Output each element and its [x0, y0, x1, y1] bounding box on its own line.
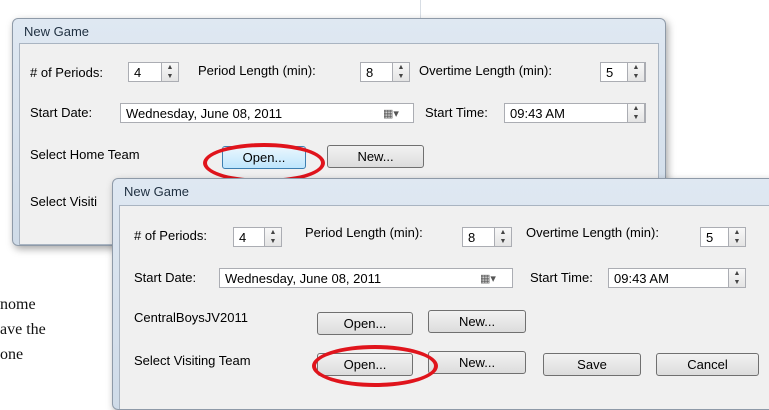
spin-down-icon[interactable]: ▼ — [162, 72, 178, 81]
background-text-line2: ave the — [0, 321, 46, 338]
spin-up-icon[interactable]: ▲ — [393, 63, 409, 72]
new-game-dialog-front: New Game # of Periods: 4 ▲ ▼ Period Lengt… — [112, 178, 769, 410]
calendar-dropdown-icon[interactable]: ▦▾ — [480, 272, 496, 285]
spin-up-icon[interactable]: ▲ — [729, 269, 745, 278]
spin-down-icon[interactable]: ▼ — [628, 113, 644, 122]
start-time-label: Start Time: — [425, 105, 488, 120]
spin-down-icon[interactable]: ▼ — [729, 278, 745, 287]
start-time-spinner[interactable]: ▲ ▼ — [728, 268, 746, 288]
background-line — [420, 0, 421, 20]
spin-down-icon[interactable]: ▼ — [265, 237, 281, 246]
spin-down-icon[interactable]: ▼ — [393, 72, 409, 81]
dialog-panel: # of Periods: 4 ▲ ▼ Period Length (min): … — [119, 205, 769, 409]
spin-up-icon[interactable]: ▲ — [628, 104, 644, 113]
start-time-spinner[interactable]: ▲ ▼ — [627, 103, 645, 123]
overtime-label: Overtime Length (min): — [419, 63, 552, 78]
periods-spinner[interactable]: ▲ ▼ — [264, 227, 282, 247]
spin-down-icon[interactable]: ▼ — [628, 72, 644, 81]
start-date-label: Start Date: — [30, 105, 93, 120]
spin-up-icon[interactable]: ▲ — [495, 228, 511, 237]
overtime-spinner[interactable]: ▲ ▼ — [627, 62, 645, 82]
calendar-dropdown-icon[interactable]: ▦▾ — [383, 107, 399, 120]
background-text-line3: one — [0, 346, 24, 363]
start-date-picker[interactable]: Wednesday, June 08, 2011 — [219, 268, 513, 288]
spin-down-icon[interactable]: ▼ — [495, 237, 511, 246]
dialog-title: New Game — [124, 184, 190, 199]
new-home-team-button[interactable]: New... — [327, 145, 424, 168]
start-time-label: Start Time: — [530, 270, 593, 285]
open-home-team-button[interactable]: Open... — [317, 312, 413, 335]
save-button[interactable]: Save — [543, 353, 641, 376]
dialog-title: New Game — [24, 24, 90, 39]
spin-up-icon[interactable]: ▲ — [265, 228, 281, 237]
start-time-input[interactable]: 09:43 AM — [608, 268, 746, 288]
spin-up-icon[interactable]: ▲ — [628, 63, 644, 72]
spin-up-icon[interactable]: ▲ — [162, 63, 178, 72]
start-time-input[interactable]: 09:43 AM — [504, 103, 646, 123]
start-date-label: Start Date: — [134, 270, 197, 285]
open-visiting-team-button[interactable]: Open... — [317, 353, 413, 376]
background-text-line1: nome — [0, 296, 36, 313]
home-team-label: Select Home Team — [30, 147, 140, 162]
period-length-spinner[interactable]: ▲ ▼ — [392, 62, 410, 82]
periods-label: # of Periods: — [30, 65, 103, 80]
open-home-team-button[interactable]: Open... — [222, 146, 306, 169]
spin-up-icon[interactable]: ▲ — [729, 228, 745, 237]
overtime-spinner[interactable]: ▲ ▼ — [728, 227, 746, 247]
period-length-spinner[interactable]: ▲ ▼ — [494, 227, 512, 247]
new-home-team-button[interactable]: New... — [428, 310, 526, 333]
periods-spinner[interactable]: ▲ ▼ — [161, 62, 179, 82]
periods-label: # of Periods: — [134, 228, 207, 243]
visiting-team-label: Select Visiting Team — [134, 353, 251, 368]
visiting-team-label: Select Visiti — [30, 194, 97, 209]
start-date-picker[interactable]: Wednesday, June 08, 2011 — [120, 103, 414, 123]
period-length-label: Period Length (min): — [305, 225, 423, 240]
period-length-label: Period Length (min): — [198, 63, 316, 78]
new-visiting-team-button[interactable]: New... — [428, 351, 526, 374]
cancel-button[interactable]: Cancel — [656, 353, 759, 376]
overtime-label: Overtime Length (min): — [526, 225, 659, 240]
home-team-name: CentralBoysJV2011 — [134, 310, 248, 325]
spin-down-icon[interactable]: ▼ — [729, 237, 745, 246]
